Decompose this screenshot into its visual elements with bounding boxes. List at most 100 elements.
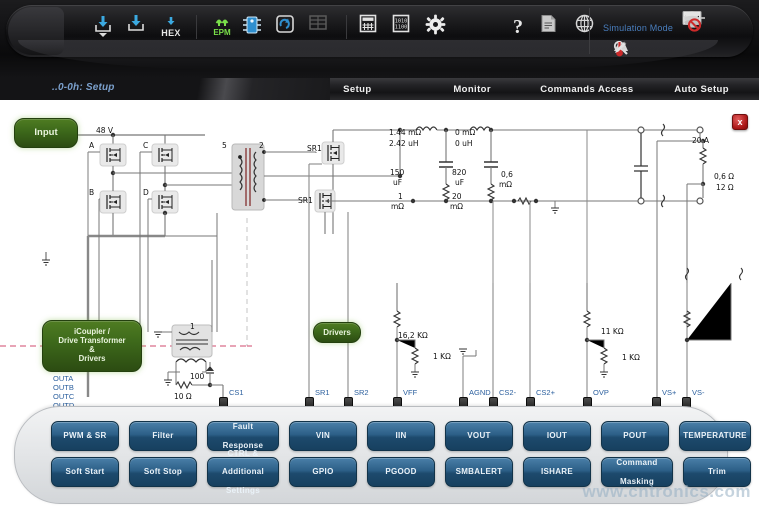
button-label-line: VIN	[316, 431, 330, 440]
drivers-block-label: Drivers	[323, 328, 351, 337]
out-ind-val: 2.42 uH	[389, 139, 418, 148]
button-label-line: Trim	[708, 467, 726, 476]
document-icon[interactable]	[540, 14, 566, 40]
globe-icon[interactable]	[575, 14, 601, 40]
button-label-line: CTRL &	[228, 449, 259, 458]
cap2-val: 820	[452, 168, 466, 177]
ctrl-additional-settings-button[interactable]: CTRL &AdditionalSettings	[207, 457, 279, 487]
pin-label-vff: VFF	[403, 388, 417, 397]
close-icon[interactable]: x	[732, 114, 748, 130]
driver-output-outa: OUTA	[53, 374, 73, 383]
epm-icon[interactable]: EPM	[209, 14, 235, 40]
device-chip-icon[interactable]	[242, 14, 268, 40]
hex-label: HEX	[161, 28, 180, 38]
xfmr-turns-2: 2	[259, 141, 264, 150]
calculator-icon[interactable]	[359, 14, 385, 40]
iout-button[interactable]: IOUT	[523, 421, 591, 451]
toolbar-divider-1	[196, 15, 197, 39]
drivers-block[interactable]: Drivers	[313, 322, 361, 343]
pwm-sr-button[interactable]: PWM & SR	[51, 421, 119, 451]
vout-button[interactable]: VOUT	[445, 421, 513, 451]
toolbar-group-help: ?	[505, 10, 601, 44]
button-label-line: TEMPERATURE	[683, 431, 747, 440]
cap1-esr: 1	[398, 192, 403, 201]
gear-settings-icon[interactable]	[425, 14, 451, 40]
vin-button[interactable]: VIN	[289, 421, 357, 451]
hex-download-icon[interactable]: HEX	[158, 14, 184, 40]
download-all-icon[interactable]	[92, 14, 118, 40]
out-ind-res: 1.44 mΩ	[389, 128, 421, 137]
pin-label-sr1: SR1	[315, 388, 330, 397]
schematic-canvas: x Input iCoupler / Drive Transformer & D…	[0, 100, 759, 506]
binary-data-icon[interactable]: 1010 1100	[392, 14, 418, 40]
navigation-bar: ..0-0h: Setup Setup Monitor Commands Acc…	[0, 78, 759, 100]
pin-label-agnd: AGND	[469, 388, 491, 397]
mosfet-b: B	[89, 188, 94, 197]
button-label-line: PGOOD	[385, 467, 416, 476]
xfmr-turns-5: 5	[222, 141, 227, 150]
driver-output-outb: OUTB	[53, 383, 74, 392]
input-block[interactable]: Input	[14, 118, 78, 148]
pin-label-cs2-: CS2+	[536, 388, 555, 397]
button-label-line: Settings	[226, 486, 260, 495]
soft-start-button[interactable]: Soft Start	[51, 457, 119, 487]
smbalert-button[interactable]: SMBALERT	[445, 457, 513, 487]
schematic-drawing: x Input iCoupler / Drive Transformer & D…	[0, 100, 759, 506]
cap2-esr-unit: mΩ	[450, 202, 463, 211]
tab-commands-access[interactable]: Commands Access	[530, 78, 645, 100]
button-label-line: IOUT	[547, 431, 567, 440]
iin-button[interactable]: IIN	[367, 421, 435, 451]
tab-setup[interactable]: Setup	[300, 78, 415, 100]
table-grid-icon[interactable]	[308, 14, 334, 40]
temperature-button[interactable]: TEMPERATURE	[679, 421, 751, 451]
tab-monitor[interactable]: Monitor	[415, 78, 530, 100]
button-label-line: Additional	[222, 467, 264, 476]
button-label-line: Command	[616, 458, 657, 467]
cap1-esr-unit: mΩ	[391, 202, 404, 211]
input-block-label: Input	[34, 128, 57, 139]
breadcrumb: ..0-0h: Setup	[52, 82, 115, 93]
driver-output-outc: OUTC	[53, 392, 74, 401]
toolbar-group-left: HEX EPM	[92, 10, 451, 44]
load-current: 20 A	[692, 136, 709, 145]
simulation-mode-label: Simulation Mode	[603, 23, 673, 33]
icoupler-block[interactable]: iCoupler / Drive Transformer & Drivers	[42, 320, 142, 372]
pin-label-vs-: VS+	[662, 388, 676, 397]
toolbar-left-cap	[8, 7, 64, 55]
button-label-line: Filter	[152, 431, 173, 440]
help-icon[interactable]: ?	[505, 14, 531, 40]
tab-auto-setup[interactable]: Auto Setup	[644, 78, 759, 100]
svg-text:1100: 1100	[395, 25, 408, 31]
trace-res-unit: mΩ	[499, 180, 512, 189]
button-row-1: PWM & SR Filter FaultResponse VIN IIN VOUT IOU…	[51, 421, 751, 451]
ishare-button[interactable]: ISHARE	[523, 457, 591, 487]
out-ind2-res: 0 mΩ	[455, 128, 475, 137]
button-label-line: ISHARE	[541, 467, 573, 476]
mosfet-d: D	[143, 188, 149, 197]
sr1-top: SR1	[307, 144, 322, 153]
button-label-line: SMBALERT	[456, 467, 503, 476]
simulation-mode-panel: Simulation Mode	[599, 6, 751, 56]
soft-stop-button[interactable]: Soft Stop	[129, 457, 197, 487]
pin-label-cs1: CS1	[229, 388, 244, 397]
download-icon[interactable]	[125, 14, 151, 40]
toolbar-divider-2	[346, 15, 347, 39]
load-res-1: 0,6 Ω	[714, 172, 734, 181]
cs-res-10: 10 Ω	[174, 392, 192, 401]
pgood-button[interactable]: PGOOD	[367, 457, 435, 487]
button-label-line: GPIO	[312, 467, 333, 476]
pin-label-sr2: SR2	[354, 388, 369, 397]
fault-response-button[interactable]: FaultResponse	[207, 421, 279, 451]
load-res-2: 12 Ω	[716, 183, 734, 192]
refresh-device-icon[interactable]	[275, 14, 301, 40]
cap2-esr: 20	[452, 192, 462, 201]
top-toolbar: HEX EPM	[0, 0, 759, 78]
gpio-button[interactable]: GPIO	[289, 457, 357, 487]
filter-button[interactable]: Filter	[129, 421, 197, 451]
ovp-res: 11 KΩ	[601, 327, 624, 336]
pout-button[interactable]: POUT	[601, 421, 669, 451]
button-label-line: IIN	[395, 431, 406, 440]
cs-res-100: 100	[190, 372, 204, 381]
mosfet-c: C	[143, 141, 148, 150]
input-voltage: 48 V	[96, 126, 113, 135]
